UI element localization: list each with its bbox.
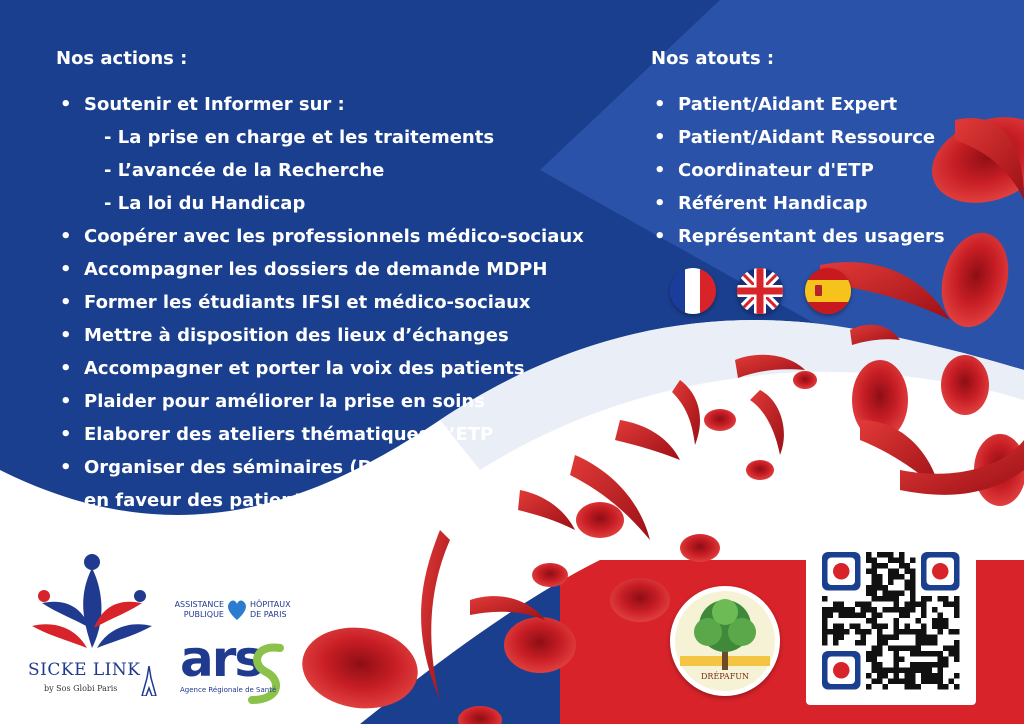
atout-text: Coordinateur d'ETP [678,160,874,181]
action-item: - L’avancée de la Recherche [58,154,584,187]
ars-subtitle: Agence Régionale de Santé [180,686,277,694]
ars-logo: ars Agence Régionale de Santé [178,630,298,706]
action-item: - La loi du Handicap [58,187,584,220]
aphp-logo: ASSISTANCE PUBLIQUE HÔPITAUX DE PARIS [170,598,302,624]
uk-flag-icon[interactable] [737,268,783,314]
sicklink-mark-icon [32,554,152,648]
atouts-list: Patient/Aidant Expert Patient/Aidant Ress… [652,88,945,253]
action-item: Accompagner et porter la voix des patien… [58,352,584,385]
aphp-heart-icon [228,600,246,620]
atout-text: Référent Handicap [678,193,868,214]
action-text: en faveur des patients et des aidants [84,490,465,511]
aphp-left-bottom: PUBLIQUE [183,610,224,619]
action-item: Elaborer des ateliers thématiques d’ETP [58,418,584,451]
action-text: Soutenir et Informer sur : [84,94,345,115]
action-text: Elaborer des ateliers thématiques d’ETP [84,424,494,445]
qr-code-icon [822,552,960,690]
action-text: Coopérer avec les professionnels médico-… [84,226,584,247]
action-item: Accompagner les dossiers de demande MDPH [58,253,584,286]
atout-text: Patient/Aidant Ressource [678,127,936,148]
sicklink-tagline: by Sos Globi Paris [44,684,118,693]
atout-item: Patient/Aidant Ressource [652,121,945,154]
eiffel-tower-icon [141,666,157,696]
action-text: - L’avancée de la Recherche [104,160,385,181]
poster: Nos actions : Soutenir et Informer sur :… [0,0,1024,724]
aphp-right-bottom: DE PARIS [250,610,287,619]
actions-heading: Nos actions : [56,48,188,69]
action-item: Organiser des séminaires (DREPAFUN) [58,451,584,484]
action-text: - La prise en charge et les traitements [104,127,495,148]
action-text: Former les étudiants IFSI et médico-soci… [84,292,531,313]
actions-list: Soutenir et Informer sur : - La prise en … [58,88,584,517]
action-item: Former les étudiants IFSI et médico-soci… [58,286,584,319]
sicklink-name: SICKE LINK [28,660,141,680]
action-item: - La prise en charge et les traitements [58,121,584,154]
action-item: Coopérer avec les professionnels médico-… [58,220,584,253]
aphp-left-top: ASSISTANCE [174,600,224,609]
atout-text: Représentant des usagers [678,226,945,247]
sicklink-logo: SICKE LINK by Sos Globi Paris [22,548,162,708]
atout-item: Représentant des usagers [652,220,945,253]
atouts-heading: Nos atouts : [651,48,775,69]
atout-item: Patient/Aidant Expert [652,88,945,121]
action-item: en faveur des patients et des aidants [58,484,584,517]
atout-item: Coordinateur d'ETP [652,154,945,187]
action-text: Accompagner et porter la voix des patien… [84,358,525,379]
atout-item: Référent Handicap [652,187,945,220]
ars-swoosh-icon [248,643,284,704]
drepafun-logo: DRÉPAFUN [670,586,780,696]
aphp-right-top: HÔPITAUX [250,600,291,609]
action-item: Soutenir et Informer sur : [58,88,584,121]
qr-code[interactable] [806,537,976,705]
action-item: Plaider pour améliorer la prise en soins [58,385,584,418]
action-text: Accompagner les dossiers de demande MDPH [84,259,548,280]
drepafun-name: DRÉPAFUN [701,672,749,681]
atout-text: Patient/Aidant Expert [678,94,898,115]
france-flag-icon[interactable] [670,268,716,314]
action-text: Mettre à disposition des lieux d’échange… [84,325,509,346]
action-item: Mettre à disposition des lieux d’échange… [58,319,584,352]
action-text: Plaider pour améliorer la prise en soins [84,391,485,412]
action-text: - La loi du Handicap [104,193,306,214]
action-text: Organiser des séminaires (DREPAFUN) [84,457,475,478]
spain-flag-icon[interactable] [805,268,851,314]
